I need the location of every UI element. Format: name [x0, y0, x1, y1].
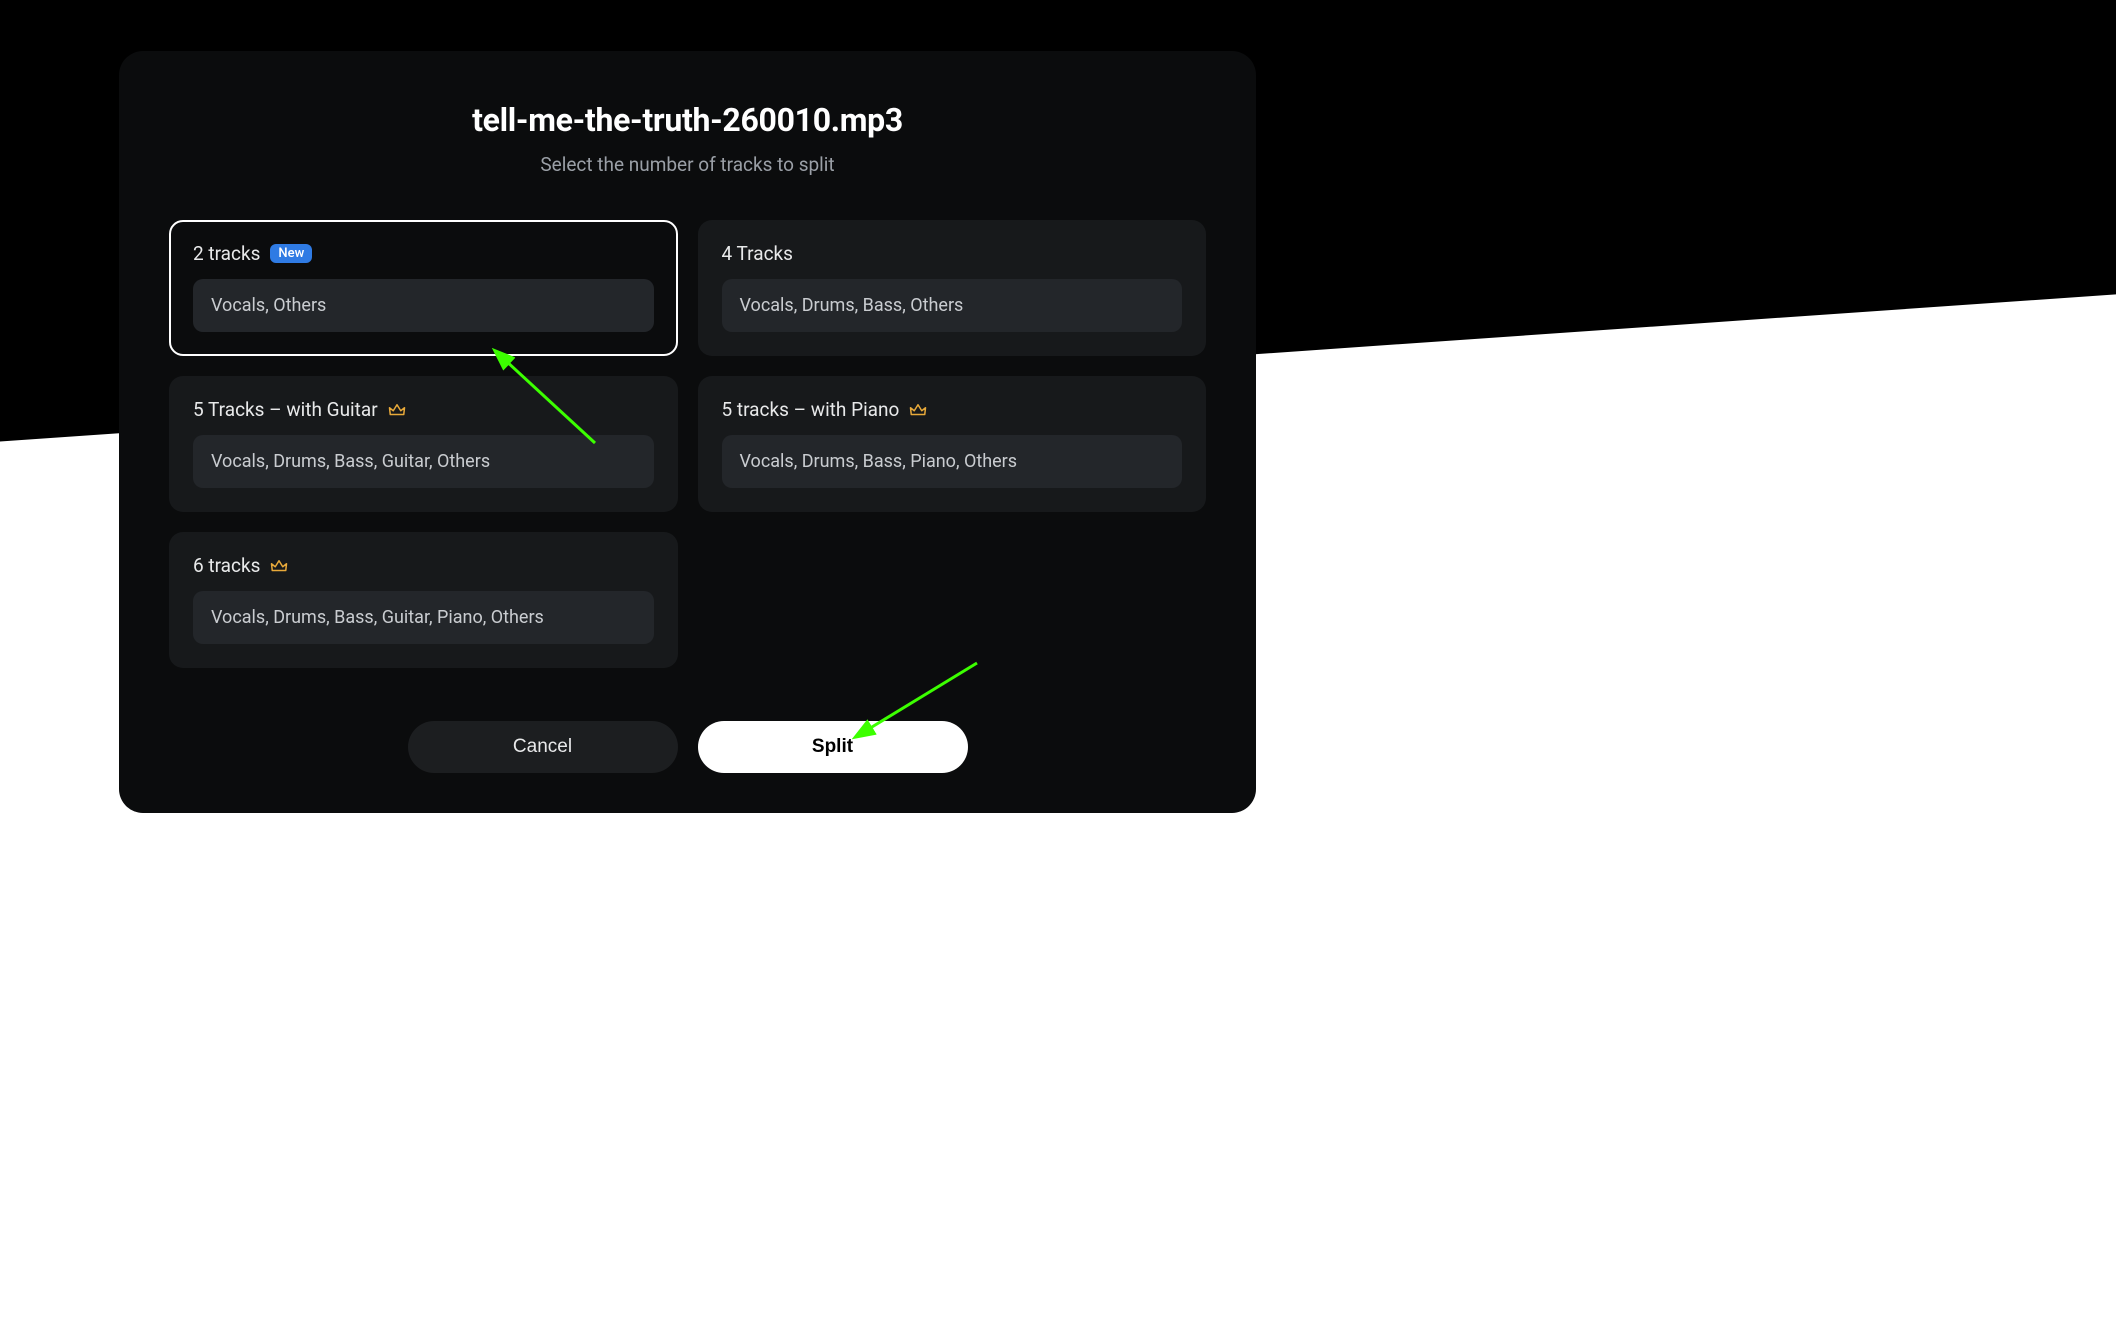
modal-title: tell-me-the-truth-260010.mp3 [169, 101, 1206, 139]
modal-footer: Cancel Split [169, 721, 1206, 773]
option-header: 4 Tracks [722, 242, 1183, 265]
option-header: 5 Tracks – with Guitar [193, 398, 654, 421]
option-card[interactable]: 5 Tracks – with Guitar Vocals, Drums, Bas… [169, 376, 678, 512]
option-header: 2 tracks New [193, 242, 654, 265]
option-description: Vocals, Drums, Bass, Piano, Others [722, 435, 1183, 488]
option-card[interactable]: 4 Tracks Vocals, Drums, Bass, Others [698, 220, 1207, 356]
option-title: 5 Tracks – with Guitar [193, 398, 378, 421]
option-description: Vocals, Drums, Bass, Guitar, Piano, Othe… [193, 591, 654, 644]
option-description: Vocals, Drums, Bass, Others [722, 279, 1183, 332]
option-title: 2 tracks [193, 242, 260, 265]
option-title: 5 tracks – with Piano [722, 398, 900, 421]
option-title: 6 tracks [193, 554, 260, 577]
option-card[interactable]: 2 tracks New Vocals, Others [169, 220, 678, 356]
option-card[interactable]: 6 tracks Vocals, Drums, Bass, Guitar, Pia… [169, 532, 678, 668]
cancel-button[interactable]: Cancel [408, 721, 678, 773]
option-card[interactable]: 5 tracks – with Piano Vocals, Drums, Bass… [698, 376, 1207, 512]
crown-icon [388, 401, 406, 419]
option-header: 6 tracks [193, 554, 654, 577]
crown-icon [270, 557, 288, 575]
option-header: 5 tracks – with Piano [722, 398, 1183, 421]
split-modal: tell-me-the-truth-260010.mp3 Select the … [119, 51, 1256, 813]
new-badge: New [270, 244, 312, 263]
crown-icon [909, 401, 927, 419]
split-button[interactable]: Split [698, 721, 968, 773]
option-description: Vocals, Others [193, 279, 654, 332]
option-description: Vocals, Drums, Bass, Guitar, Others [193, 435, 654, 488]
option-title: 4 Tracks [722, 242, 793, 265]
modal-subtitle: Select the number of tracks to split [169, 153, 1206, 176]
options-grid: 2 tracks New Vocals, Others 4 Tracks Vocals,… [169, 220, 1206, 691]
